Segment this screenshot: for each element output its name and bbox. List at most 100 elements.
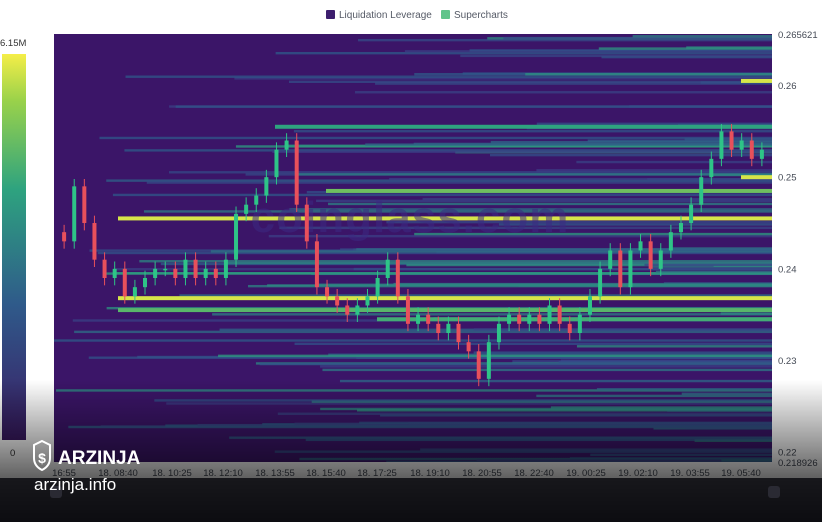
liquidation-level	[118, 308, 772, 313]
candle-body	[567, 323, 572, 333]
y-tick-label: 0.26	[778, 81, 797, 92]
candle-body	[405, 296, 410, 324]
liquidation-band	[536, 122, 772, 126]
candle-body	[395, 259, 400, 297]
candle-body	[678, 223, 683, 233]
candle-body	[426, 314, 431, 324]
candle-body	[345, 305, 350, 315]
candle-body	[254, 195, 259, 205]
candle-body	[62, 232, 67, 242]
candle-body	[689, 204, 694, 224]
candle-body	[709, 158, 714, 178]
candle-body	[577, 314, 582, 333]
legend-item-liquidation-leverage[interactable]: Liquidation Leverage	[326, 10, 432, 21]
candle-body	[739, 140, 744, 150]
brand-site: arzinja.info	[34, 475, 116, 494]
liquidation-band	[473, 351, 772, 354]
liquidation-band	[644, 263, 772, 267]
liquidation-band	[460, 54, 772, 58]
candle-body	[314, 241, 319, 288]
liquidation-level	[741, 175, 772, 180]
candle-body	[122, 268, 127, 297]
liquidation-band	[218, 354, 772, 358]
y-tick-label: 0.265621	[778, 30, 818, 41]
liquidation-band	[720, 312, 772, 315]
liquidation-band	[74, 330, 772, 334]
candle-body	[436, 323, 441, 333]
liquidation-band	[99, 136, 772, 140]
liquidation-band	[525, 73, 772, 76]
liquidation-band	[175, 105, 772, 108]
candle-body	[628, 250, 633, 288]
legend-swatch-supercharts	[441, 10, 450, 19]
candle-body	[132, 287, 137, 297]
colorbar-max-label: 6.15M	[0, 38, 26, 49]
candle-body	[163, 268, 168, 271]
candle-body	[375, 278, 380, 297]
brand-name: ARZINJA	[58, 448, 141, 469]
liquidation-level	[377, 317, 772, 322]
bottom-bar	[0, 478, 822, 522]
liquidation-level	[741, 78, 772, 83]
legend: Liquidation Leverage Supercharts	[326, 10, 508, 21]
liquidation-level	[118, 296, 772, 301]
candle-body	[466, 342, 471, 352]
candle-body	[587, 296, 592, 315]
candle-body	[719, 131, 724, 159]
y-tick-label: 0.23	[778, 356, 797, 367]
candle-body	[274, 149, 279, 178]
liquidation-band	[632, 35, 772, 38]
liquidation-band	[389, 177, 772, 181]
candle-body	[325, 287, 330, 297]
candle-body	[729, 131, 734, 150]
legend-label-supercharts: Supercharts	[454, 10, 508, 21]
legend-item-supercharts[interactable]: Supercharts	[441, 10, 508, 21]
candle-body	[304, 204, 309, 242]
candle-body	[668, 232, 673, 251]
candle-body	[355, 305, 360, 315]
y-tick-label: 0.24	[778, 264, 797, 275]
liquidation-band	[473, 328, 772, 331]
liquidation-band	[598, 47, 772, 50]
liquidation-band	[353, 267, 772, 271]
candle-body	[699, 177, 704, 205]
liquidation-band	[354, 91, 772, 94]
liquidation-band	[322, 368, 772, 372]
liquidation-band	[576, 345, 772, 348]
candle-body	[486, 342, 491, 379]
liquidation-band	[146, 181, 772, 184]
candle-body	[153, 268, 158, 279]
candle-body	[658, 250, 663, 269]
candle-body	[143, 278, 148, 288]
liquidation-band	[576, 160, 772, 164]
legend-swatch-liquidation-leverage	[326, 10, 335, 19]
liquidation-band	[293, 130, 772, 133]
candle-body	[638, 241, 643, 251]
liquidation-band	[655, 270, 772, 274]
scrollbar-right-handle[interactable]	[768, 486, 780, 498]
y-tick-label: 0.25	[778, 173, 797, 184]
candle-body	[517, 314, 522, 324]
candle-body	[234, 213, 239, 260]
candle-body	[537, 314, 542, 324]
candle-body	[527, 314, 532, 324]
candle-body	[365, 296, 370, 306]
legend-label-liquidation-leverage: Liquidation Leverage	[339, 10, 432, 21]
candle-body	[294, 140, 299, 205]
candle-body	[618, 250, 623, 288]
candle-body	[507, 314, 512, 324]
candle-body	[102, 259, 107, 279]
candle-body	[284, 140, 289, 150]
liquidation-band	[125, 75, 772, 78]
liquidation-band	[315, 283, 772, 286]
candle-body	[547, 305, 552, 324]
candle-body	[446, 323, 451, 333]
candle-body	[112, 268, 117, 279]
candle-body	[203, 268, 208, 279]
candle-body	[223, 259, 228, 279]
candle-body	[476, 351, 481, 379]
liquidation-band	[212, 313, 772, 316]
candle-body	[213, 268, 218, 279]
candle-body	[264, 177, 269, 196]
liquidation-band	[288, 80, 772, 84]
